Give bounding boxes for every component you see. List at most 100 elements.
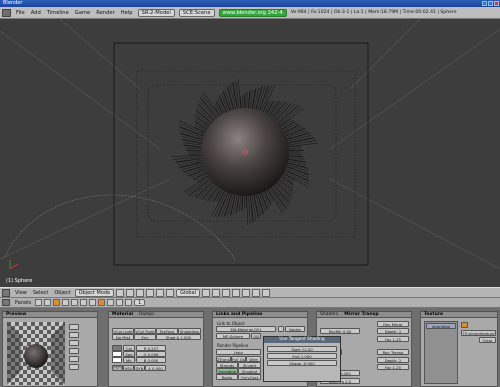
layer-4-icon[interactable] xyxy=(232,288,241,297)
view3d-window-type-icon[interactable] xyxy=(2,288,10,297)
preview-hair-icon[interactable] xyxy=(69,356,79,362)
mirror-depth-field[interactable]: Depth: 2 xyxy=(377,328,409,334)
ray-mirror-button[interactable]: Ray Mirror xyxy=(377,321,409,327)
env-button[interactable]: Env xyxy=(134,334,156,340)
blender-url-link[interactable]: www.blender.org 242-4 xyxy=(218,8,287,17)
shading-context-icon[interactable] xyxy=(53,299,61,306)
tab-material[interactable]: Material xyxy=(112,312,133,317)
script-context-icon[interactable] xyxy=(44,299,52,306)
preview-cube-icon[interactable] xyxy=(69,340,79,346)
radio-button[interactable]: Radio xyxy=(216,374,238,380)
layer-1-icon[interactable] xyxy=(202,288,211,297)
viewport-canvas[interactable] xyxy=(0,19,500,287)
material-name-field[interactable]: MA:Material.001 xyxy=(216,326,276,332)
strand-shape-field[interactable]: Shape -0.900 xyxy=(267,360,337,366)
maximize-icon[interactable] xyxy=(488,1,493,6)
scene-context-icon[interactable] xyxy=(80,299,88,306)
preview-monkey-icon[interactable] xyxy=(69,348,79,354)
info-window-type-icon[interactable] xyxy=(2,8,11,17)
strand-end-field[interactable]: End 1.000 xyxy=(267,353,337,359)
frame-field[interactable]: 1 xyxy=(134,299,146,306)
rotate-icon[interactable] xyxy=(156,288,165,297)
menu-object[interactable]: Object xyxy=(51,290,73,296)
menu-select[interactable]: Select xyxy=(30,290,51,296)
layer-5-icon[interactable] xyxy=(242,288,251,297)
lamp-dashed-circle xyxy=(4,194,236,260)
lamp-subcontext-icon[interactable] xyxy=(89,299,97,306)
tab-shaders[interactable]: Shaders xyxy=(320,312,338,317)
nodes-button[interactable]: Nodes xyxy=(285,326,305,332)
layer-2-icon[interactable] xyxy=(212,288,221,297)
screen-selector[interactable]: SR:2-Model xyxy=(137,8,175,17)
layer-3-icon[interactable] xyxy=(222,288,231,297)
material-subcontext-icon[interactable] xyxy=(98,299,106,306)
hair-strand xyxy=(268,101,280,118)
shad-alpha-field[interactable]: Shad A 1.000 xyxy=(156,334,201,340)
halo-button[interactable]: Halo xyxy=(216,349,261,355)
radiosity-subcontext-icon[interactable] xyxy=(116,299,124,306)
dyn-mode-button[interactable]: DYN xyxy=(134,365,145,371)
lock-icon[interactable] xyxy=(252,288,261,297)
texture-name-field[interactable]: TE:strandtexture xyxy=(461,330,496,336)
world-subcontext-icon[interactable] xyxy=(125,299,133,306)
editing-context-icon[interactable] xyxy=(71,299,79,306)
strand-start-field[interactable]: Start 12.00 xyxy=(267,346,337,352)
alpha-field[interactable]: A 0.000 xyxy=(145,365,166,371)
color-b-field[interactable]: B 0.000 xyxy=(136,357,166,363)
texture-type-icon[interactable] xyxy=(461,322,468,328)
scale-icon[interactable] xyxy=(166,288,175,297)
menu-render[interactable]: Render xyxy=(93,10,117,16)
tab-links-pipeline[interactable]: Links and Pipeline xyxy=(216,312,262,317)
menu-add[interactable]: Add xyxy=(28,10,44,16)
transp-fresnel-field[interactable]: Fac 1.25 xyxy=(377,364,409,370)
preview-flat-icon[interactable] xyxy=(69,324,79,330)
render-pipeline-label: Render Pipeline xyxy=(217,343,249,348)
draw-type-icon[interactable] xyxy=(116,288,125,297)
clear-texture-button[interactable]: Clear xyxy=(479,337,496,343)
hair-strand xyxy=(236,193,240,213)
onlycast-button[interactable]: OnlyCast xyxy=(238,374,261,380)
orientation-selector[interactable]: Global xyxy=(176,288,201,297)
tab-mirror-transp[interactable]: Mirror Transp xyxy=(344,312,378,317)
no-mist-button[interactable]: No Mist xyxy=(112,334,134,340)
menu-timeline[interactable]: Timeline xyxy=(44,10,72,16)
mir-label[interactable]: Mir xyxy=(123,357,135,363)
mirror-fresnel-field[interactable]: Fac 1.25 xyxy=(377,336,409,342)
panels-menu[interactable]: Panels xyxy=(12,300,34,306)
object-context-icon[interactable] xyxy=(62,299,70,306)
window-title-bar: Blender xyxy=(0,0,500,7)
transp-depth-field[interactable]: Depth: 2 xyxy=(377,357,409,363)
scene-selector[interactable]: SCE:Scene xyxy=(178,8,215,17)
logic-context-icon[interactable] xyxy=(35,299,43,306)
rgb-mode-button[interactable]: RGB xyxy=(112,365,123,371)
hair-strand xyxy=(283,168,309,181)
manipulator-icon[interactable] xyxy=(136,288,145,297)
render-icon[interactable] xyxy=(262,288,271,297)
3d-viewport[interactable]: (1) Sphere xyxy=(0,19,500,287)
menu-help[interactable]: Help xyxy=(118,10,136,16)
hair-strand xyxy=(266,100,277,117)
mode-selector[interactable]: Object Mode xyxy=(74,288,115,297)
texture-subcontext-icon[interactable] xyxy=(107,299,115,306)
tab-texture[interactable]: Texture xyxy=(424,312,443,317)
preview-sphere-icon[interactable] xyxy=(69,332,79,338)
ob-link-button[interactable]: OB xyxy=(251,333,261,339)
mir-swatch[interactable] xyxy=(112,357,122,363)
minimize-icon[interactable] xyxy=(482,1,487,6)
pivot-icon[interactable] xyxy=(126,288,135,297)
preview-sky-icon[interactable] xyxy=(69,364,79,370)
tab-ramps[interactable]: Ramps xyxy=(139,312,154,317)
material-count-button[interactable] xyxy=(278,326,284,332)
hsv-mode-button[interactable]: HSV xyxy=(123,365,134,371)
ray-transp-button[interactable]: Ray Transp xyxy=(377,349,409,355)
menu-view[interactable]: View xyxy=(12,290,30,296)
translate-icon[interactable] xyxy=(146,288,155,297)
close-icon[interactable] xyxy=(494,1,499,6)
mesh-name-field[interactable]: ME:Sphere xyxy=(216,333,250,339)
menu-game[interactable]: Game xyxy=(72,10,93,16)
texture-channel-selected[interactable]: strandtex xyxy=(426,323,456,329)
buttons-window-type-icon[interactable] xyxy=(2,299,10,306)
raymir-field[interactable]: RayMir 0.00 xyxy=(320,328,360,334)
menu-file[interactable]: File xyxy=(13,10,28,16)
preview-panel-tab[interactable]: Preview xyxy=(3,312,97,318)
